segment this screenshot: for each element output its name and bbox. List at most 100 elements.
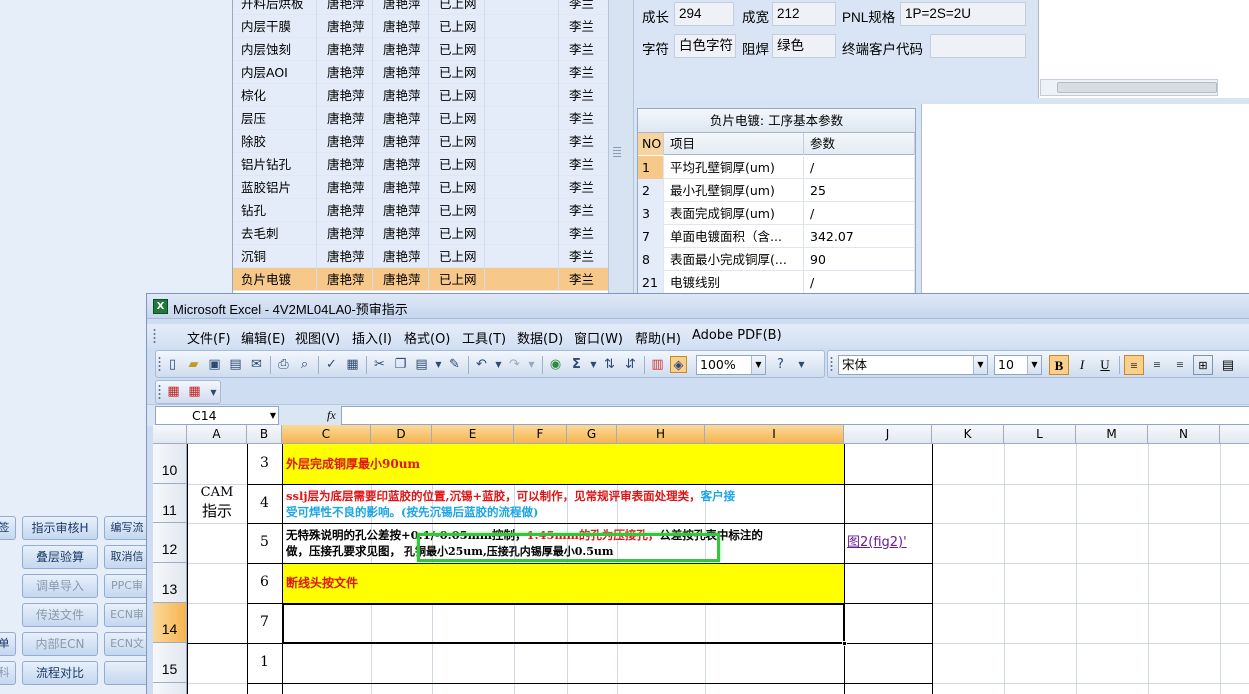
chevron-down-icon[interactable]: ▼ (973, 356, 987, 374)
select-all-corner[interactable] (153, 425, 187, 444)
chevron-down-icon[interactable]: ▼ (270, 407, 276, 424)
selected-cell[interactable] (282, 603, 845, 644)
process-row[interactable]: 铝片钻孔 唐艳萍 唐艳萍 已上网 李兰 (233, 153, 608, 176)
process-row[interactable]: 沉铜 唐艳萍 唐艳萍 已上网 李兰 (233, 245, 608, 268)
horizontal-scrollbar[interactable] (1040, 79, 1218, 96)
col-item-header[interactable]: 项目 (664, 133, 804, 155)
worksheet[interactable]: A B C D E F G H I J K L M N 10 11 12 13 14 15 CAM 指示 3 4 5 6 7 1 外层完… (153, 425, 1249, 694)
column-header[interactable]: G (567, 425, 617, 444)
align-left-button[interactable]: ≡ (1124, 355, 1144, 375)
toolbar-grip[interactable] (830, 356, 833, 372)
side-button[interactable]: 单 (0, 632, 16, 656)
email-icon[interactable]: ✉ (248, 356, 265, 373)
underline-button[interactable]: U (1095, 355, 1115, 375)
column-header[interactable]: B (247, 425, 282, 444)
process-row[interactable]: 内层AOI 唐艳萍 唐艳萍 已上网 李兰 (233, 61, 608, 84)
font-name-select[interactable]: 宋体 ▼ (838, 355, 988, 375)
side-button[interactable]: ECN文 (104, 632, 150, 656)
side-button[interactable]: 科 (0, 661, 16, 685)
row-header[interactable]: 14 (153, 603, 187, 643)
merge-center-button[interactable]: ⊞ (1193, 355, 1213, 375)
side-button[interactable]: 叠层验算 (22, 545, 98, 569)
params-row[interactable]: 8 表面最小完成铜厚(... 90 (638, 248, 915, 271)
name-box[interactable]: C14 ▼ (155, 406, 279, 425)
figure-link[interactable]: 图2(fig2)' (847, 535, 907, 551)
row-header[interactable] (153, 683, 187, 694)
column-header[interactable]: K (932, 425, 1004, 444)
menu-item[interactable]: 数据(D) (517, 328, 563, 347)
toolbar-options-icon[interactable]: ▼ (793, 356, 810, 373)
process-row[interactable]: 层压 唐艳萍 唐艳萍 已上网 李兰 (233, 107, 608, 130)
more-options-icon[interactable]: ▤ (1218, 355, 1238, 375)
length-field[interactable]: 294 (674, 2, 734, 26)
side-button[interactable]: ECN审 (104, 603, 150, 627)
side-button[interactable]: PPC审 (104, 574, 150, 598)
process-row[interactable]: 钻孔 唐艳萍 唐艳萍 已上网 李兰 (233, 199, 608, 222)
menu-item[interactable]: 工具(T) (462, 328, 506, 347)
hyperlink-icon[interactable]: ◉ (547, 356, 564, 373)
formula-input[interactable] (341, 406, 1249, 425)
paste-icon[interactable]: ▤ (413, 356, 430, 373)
side-button[interactable]: 指示审核H (22, 516, 98, 540)
redo-icon[interactable]: ↷ (506, 356, 523, 373)
chevron-down-icon[interactable]: ▼ (1027, 356, 1041, 374)
customer-field[interactable] (930, 34, 1026, 58)
col-no-header[interactable]: NO (638, 133, 664, 155)
autosum-icon[interactable]: Σ (568, 356, 585, 373)
menu-item[interactable]: 格式(O) (404, 328, 450, 347)
process-row[interactable]: 负片电镀 唐艳萍 唐艳萍 已上网 李兰 (233, 268, 608, 291)
process-row[interactable]: 内层干膜 唐艳萍 唐艳萍 已上网 李兰 (233, 15, 608, 38)
column-header[interactable]: C (282, 425, 371, 444)
function-icon[interactable]: fx (327, 408, 336, 423)
process-row[interactable]: 内层蚀刻 唐艳萍 唐艳萍 已上网 李兰 (233, 38, 608, 61)
menu-grip[interactable] (153, 328, 156, 344)
sort-ascending-icon[interactable]: ⇅ (601, 356, 618, 373)
column-header[interactable]: A (187, 425, 247, 444)
instruction-text[interactable]: 外层完成铜厚最小90um (286, 456, 420, 472)
column-header[interactable]: H (617, 425, 705, 444)
zoom-select[interactable]: 100% ▼ (696, 355, 766, 375)
column-header[interactable]: J (844, 425, 932, 444)
params-row[interactable]: 3 表面完成铜厚(um) / (638, 202, 915, 225)
char-field[interactable]: 白色字符 (674, 34, 736, 58)
open-icon[interactable]: ▰ (185, 356, 202, 373)
instruction-text[interactable]: sslj层为底层需要印蓝胶的位置,沉锡+蓝胶，可以制作，见常规评审表面处理类，客… (286, 488, 735, 504)
instruction-text[interactable]: 断线头按文件 (286, 575, 358, 591)
toolbar-grip[interactable] (158, 356, 161, 372)
permission-icon[interactable]: ▤ (227, 356, 244, 373)
column-header[interactable]: L (1004, 425, 1076, 444)
sort-descending-icon[interactable]: ⇵ (622, 356, 639, 373)
spelling-icon[interactable]: ✓ (323, 356, 340, 373)
scrollbar-thumb[interactable] (1057, 82, 1217, 93)
row-header[interactable]: 15 (153, 643, 187, 683)
column-header[interactable]: D (371, 425, 432, 444)
align-center-button[interactable]: ≡ (1147, 355, 1167, 375)
mask-field[interactable]: 绿色 (772, 34, 836, 58)
chevron-down-icon[interactable]: ▼ (751, 356, 765, 374)
help-icon[interactable]: ? (772, 356, 789, 373)
menu-item[interactable]: 窗口(W) (574, 328, 623, 347)
width-field[interactable]: 212 (772, 2, 836, 26)
toolbar-grip[interactable] (158, 384, 161, 400)
menu-item[interactable]: 文件(F) (187, 328, 231, 347)
print-preview-icon[interactable]: ⌕ (296, 356, 313, 373)
menu-item[interactable]: 插入(I) (352, 328, 392, 347)
drawing-icon[interactable]: ◈ (670, 356, 687, 373)
process-row[interactable]: 棕化 唐艳萍 唐艳萍 已上网 李兰 (233, 84, 608, 107)
side-button[interactable]: 传送文件 (22, 603, 98, 627)
copy-icon[interactable]: ❐ (392, 356, 409, 373)
splitter[interactable] (608, 0, 634, 296)
italic-button[interactable]: I (1072, 355, 1092, 375)
side-button[interactable]: 流程对比 (22, 661, 98, 685)
params-row[interactable]: 1 平均孔壁铜厚(um) / (638, 156, 915, 179)
params-row[interactable]: 21 电镀线别 / (638, 271, 915, 294)
menu-item[interactable]: 视图(V) (295, 328, 340, 347)
cut-icon[interactable]: ✂ (371, 356, 388, 373)
pdf-email-icon[interactable]: ▦ (186, 383, 203, 400)
side-button[interactable]: 调单导入 (22, 574, 98, 598)
bold-button[interactable]: B (1049, 355, 1069, 375)
print-icon[interactable]: ⎙ (275, 356, 292, 373)
column-header[interactable]: N (1148, 425, 1220, 444)
process-row[interactable]: 去毛刺 唐艳萍 唐艳萍 已上网 李兰 (233, 222, 608, 245)
column-header[interactable]: E (432, 425, 514, 444)
